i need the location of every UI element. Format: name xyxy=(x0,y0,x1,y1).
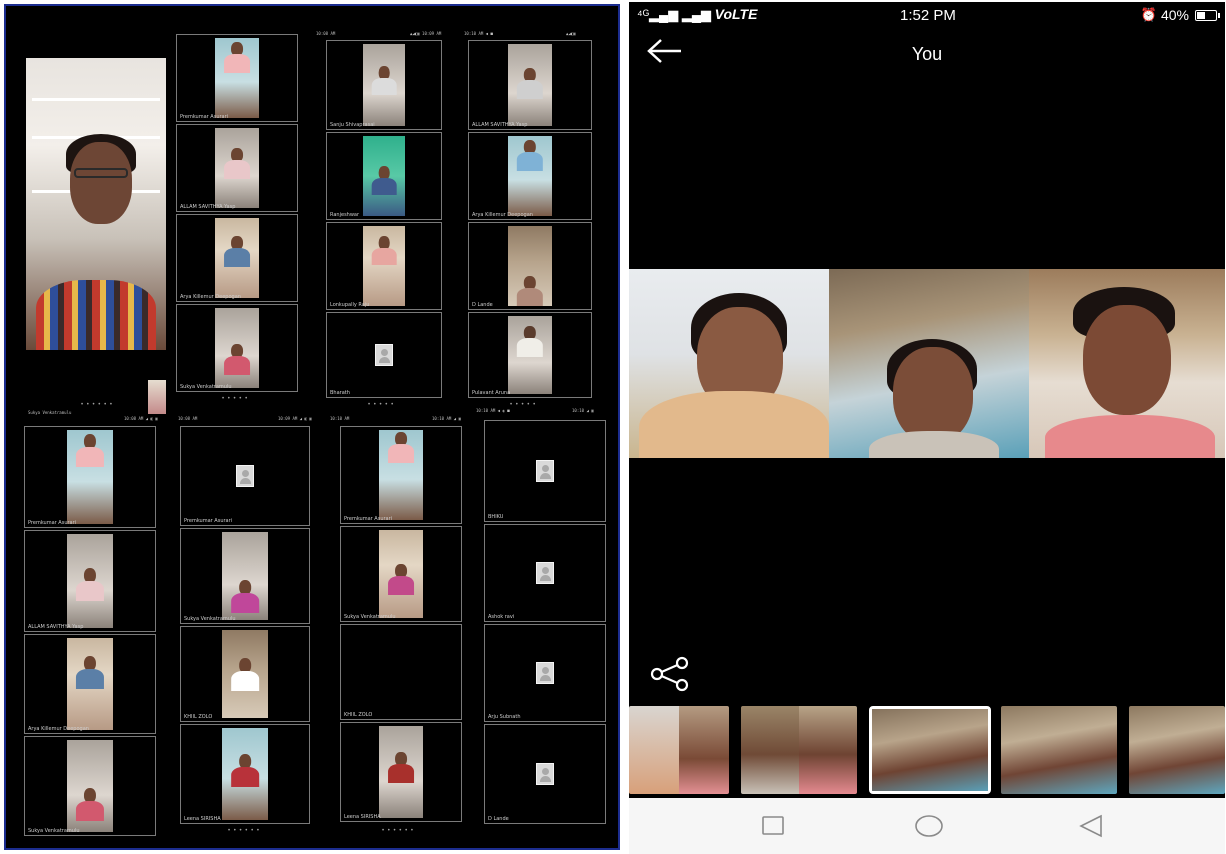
photo-pane xyxy=(829,269,1029,458)
thumbnail-selected[interactable] xyxy=(869,706,991,794)
viewer-toolbar: You xyxy=(629,32,1225,78)
avatar-placeholder-icon xyxy=(536,662,554,684)
back-triangle-icon xyxy=(1079,814,1102,838)
carrier-label: ⁴ᴳ▂▄▆ ▂▄▆ VoLTE xyxy=(637,6,758,22)
participant-tile: Premkumar Asurari xyxy=(176,34,298,122)
recents-button[interactable] xyxy=(753,810,793,842)
participant-tile: Arya Killemur Deepogan xyxy=(468,132,592,220)
participant-tile: Sukya Venkatramulu xyxy=(24,736,156,836)
alarm-icon: ⏰ xyxy=(1140,7,1157,22)
share-icon xyxy=(650,656,689,692)
signal-icon: ⁴ᴳ▂▄▆ ▂▄▆ xyxy=(637,7,715,22)
participant-tile: BHIKU xyxy=(484,420,606,522)
battery-indicator: ⏰ 40% xyxy=(1140,7,1220,23)
meeting-screenshots-collage: Sukya Venkatramulu Premkumar Asurari ALL… xyxy=(4,4,620,850)
participant-tile: Leena SIRISHA xyxy=(340,722,462,822)
screenshot-composite: Sukya Venkatramulu Premkumar Asurari ALL… xyxy=(0,0,1226,854)
avatar-placeholder-icon xyxy=(236,465,254,487)
system-navigation-bar xyxy=(629,798,1225,854)
participant-tile: ALLAM SAVITHYA Yasp xyxy=(24,530,156,632)
phone-photo-viewer: ⁴ᴳ▂▄▆ ▂▄▆ VoLTE 1:52 PM ⏰ 40% You xyxy=(629,2,1225,854)
selected-photo[interactable] xyxy=(629,269,1225,458)
self-view-thumbnail xyxy=(148,380,166,414)
share-button[interactable] xyxy=(649,656,691,692)
avatar-placeholder-icon xyxy=(536,562,554,584)
speaker-video xyxy=(26,58,166,350)
status-bar: ⁴ᴳ▂▄▆ ▂▄▆ VoLTE 1:52 PM ⏰ 40% xyxy=(629,2,1225,28)
participant-tile: Sukya Venkatramulu xyxy=(176,304,298,392)
participant-tile: Lonkupally Raju xyxy=(326,222,442,310)
participant-tile: KHIIL ZOLO xyxy=(340,624,462,720)
page-title: You xyxy=(911,44,943,64)
participant-tile: Sanju Shivaprasai xyxy=(326,40,442,130)
battery-icon xyxy=(1195,9,1220,21)
participant-tile: Sukya Venkatramulu xyxy=(340,526,462,622)
avatar-placeholder-icon xyxy=(536,460,554,482)
participant-tile: ALLAM SAVITHYA Yasp xyxy=(176,124,298,212)
participant-tile: D Lande xyxy=(484,724,606,824)
participant-tile: Ranjeshwar xyxy=(326,132,442,220)
participant-tile: Arya Killemur Deepogan xyxy=(24,634,156,734)
photo-pane xyxy=(629,269,829,458)
participant-tile: Premkumar Asurari xyxy=(180,426,310,526)
recents-square-icon xyxy=(762,816,784,835)
thumbnail[interactable] xyxy=(629,706,729,794)
back-button[interactable] xyxy=(1071,810,1111,842)
participant-tile: Ashok ravi xyxy=(484,524,606,622)
photo-pane xyxy=(1029,269,1225,458)
participant-tile: Sukya Venkatramulu xyxy=(180,528,310,624)
home-button[interactable] xyxy=(909,810,949,842)
participant-tile: KHIIL ZOLO xyxy=(180,626,310,722)
participant-tile: Arya Killemur Deepogan xyxy=(176,214,298,302)
participant-label: Sukya Venkatramulu xyxy=(28,410,72,415)
participant-tile: Bharath xyxy=(326,312,442,398)
home-circle-icon xyxy=(915,815,943,837)
participant-tile: Leena SIRISHA xyxy=(180,724,310,824)
thumbnail[interactable] xyxy=(741,706,857,794)
participant-tile: Arju Subnath xyxy=(484,624,606,722)
avatar-placeholder-icon xyxy=(536,763,554,785)
participant-tile: Premkumar Asurari xyxy=(340,426,462,524)
participant-tile: D Lande xyxy=(468,222,592,310)
avatar-placeholder-icon xyxy=(375,344,393,366)
thumbnail[interactable] xyxy=(1001,706,1117,794)
participant-tile: Pulavant Aruna xyxy=(468,312,592,398)
participant-tile: ALLAM SAVITHYA Yasp xyxy=(468,40,592,130)
clock: 1:52 PM xyxy=(900,7,956,24)
thumbnail[interactable] xyxy=(1129,706,1225,794)
participant-tile: Premkumar Asurari xyxy=(24,426,156,528)
thumbnail-strip xyxy=(629,706,1225,798)
